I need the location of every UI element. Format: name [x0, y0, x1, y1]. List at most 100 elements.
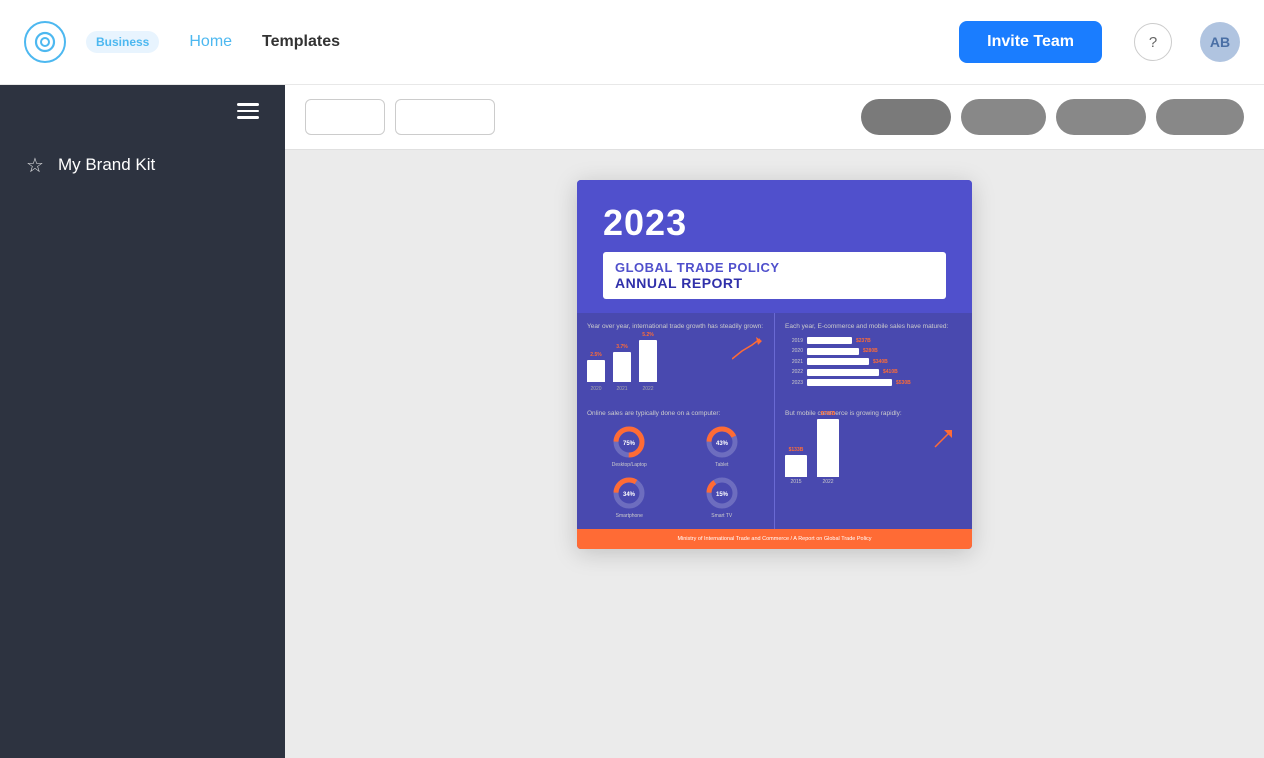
doc-header: 2023 GLOBAL TRADE POLICY ANNUAL REPORT [577, 180, 972, 313]
svg-text:43%: 43% [716, 441, 729, 447]
hbar-row: 2019 $237B [785, 337, 962, 344]
hbar-value: $280B [863, 348, 878, 354]
pie-chart-icon: 75% [612, 425, 646, 459]
doc-charts-bottom: Online sales are typically done on a com… [577, 400, 972, 528]
hbar-bar [807, 369, 879, 376]
hbar-value: $530B [896, 380, 911, 386]
bar-year-label: 2021 [616, 386, 627, 392]
svg-text:75%: 75% [623, 441, 636, 447]
hbar-year-label: 2022 [785, 369, 803, 375]
pie-label: Desktop/Laptop [612, 462, 647, 468]
sidebar: ☆ My Brand Kit [0, 85, 285, 758]
bar-pct-label: 5.2% [642, 332, 653, 338]
pie-label: Tablet [715, 462, 728, 468]
hbar-row: 2020 $280B [785, 348, 962, 355]
bar-group: 5.2% 2022 [639, 332, 657, 392]
business-badge: Business [86, 31, 159, 53]
hbar-chart-title: Each year, E-commerce and mobile sales h… [785, 323, 962, 331]
help-button[interactable]: ? [1134, 23, 1172, 61]
pie-chart-section: Online sales are typically done on a com… [577, 400, 774, 528]
bar-rect [587, 360, 605, 382]
hbar-value: $410B [883, 369, 898, 375]
hbar-chart-section: Each year, E-commerce and mobile sales h… [775, 313, 972, 400]
home-link[interactable]: Home [189, 33, 232, 51]
hbar-row: 2023 $530B [785, 379, 962, 386]
pie-label: Smart TV [711, 513, 732, 519]
hbar-bar [807, 358, 869, 365]
hbar-row: 2021 $340B [785, 358, 962, 365]
brand-kit-label: My Brand Kit [58, 155, 155, 175]
logo-icon[interactable] [24, 21, 66, 63]
toolbar-button-2[interactable] [395, 99, 495, 135]
bar-year-label: 2020 [590, 386, 601, 392]
filter-button-2[interactable] [961, 99, 1046, 135]
svg-text:34%: 34% [623, 492, 636, 498]
pie-item: 15% Smart TV [680, 476, 765, 519]
hbar-bar [807, 348, 859, 355]
trend-arrow-icon [732, 337, 762, 362]
bar-rect [613, 352, 631, 382]
bar-chart-title: Year over year, international trade grow… [587, 323, 764, 331]
doc-title-line1: GLOBAL TRADE POLICY [615, 260, 934, 275]
filter-button-4[interactable] [1156, 99, 1244, 135]
content-area: 2023 GLOBAL TRADE POLICY ANNUAL REPORT Y… [285, 85, 1264, 758]
bar-group: 2.5% 2020 [587, 352, 605, 392]
bar-group: 3.7% 2021 [613, 344, 631, 392]
doc-charts-top: Year over year, international trade grow… [577, 313, 972, 400]
top-navigation: Business Home Templates Invite Team ? AB [0, 0, 1264, 85]
pie-grid: 75% Desktop/Laptop 43% Tablet 34% Smartphone 1… [587, 425, 764, 519]
vbar-trend-arrow-icon [932, 430, 952, 450]
document-preview: 2023 GLOBAL TRADE POLICY ANNUAL REPORT Y… [577, 180, 972, 549]
vbar-year-label: 2015 [790, 479, 801, 485]
hbar-year-label: 2023 [785, 380, 803, 386]
vbar-chart-area: $133B2015$745B2022 [785, 425, 962, 485]
pie-item: 43% Tablet [680, 425, 765, 468]
hbar-year-label: 2019 [785, 338, 803, 344]
hbar-row: 2022 $410B [785, 369, 962, 376]
toolbar [285, 85, 1264, 150]
pie-chart-icon: 15% [705, 476, 739, 510]
doc-footer: Ministry of International Trade and Comm… [577, 529, 972, 549]
vbar-rect [817, 419, 839, 477]
hbar-chart: 2019 $237B 2020 $280B 2021 $340B 2022 $410B 2023… [785, 337, 962, 386]
doc-year: 2023 [603, 202, 946, 244]
vbar-col: $133B2015 [785, 447, 807, 485]
hbar-value: $237B [856, 338, 871, 344]
vbar-chart-title: But mobile commerce is growing rapidly: [785, 410, 962, 418]
canvas-area: 2023 GLOBAL TRADE POLICY ANNUAL REPORT Y… [285, 150, 1264, 758]
menu-toggle-button[interactable] [215, 103, 285, 137]
hbar-value: $340B [873, 359, 888, 365]
sidebar-item-brand-kit[interactable]: ☆ My Brand Kit [0, 137, 285, 194]
vbar-rect [785, 455, 807, 477]
pie-item: 75% Desktop/Laptop [587, 425, 672, 468]
hbar-year-label: 2021 [785, 359, 803, 365]
pie-label: Smartphone [616, 513, 643, 519]
hbar-bar [807, 337, 852, 344]
pie-chart-icon: 34% [612, 476, 646, 510]
vbar-year-label: 2022 [822, 479, 833, 485]
bar-pct-label: 3.7% [616, 344, 627, 350]
star-icon: ☆ [26, 153, 44, 178]
pie-item: 34% Smartphone [587, 476, 672, 519]
doc-title-box: GLOBAL TRADE POLICY ANNUAL REPORT [603, 252, 946, 299]
pie-chart-title: Online sales are typically done on a com… [587, 410, 764, 418]
bar-chart-section: Year over year, international trade grow… [577, 313, 774, 400]
svg-text:15%: 15% [716, 492, 729, 498]
filter-button-1[interactable] [861, 99, 951, 135]
bar-rect [639, 340, 657, 382]
main-layout: ☆ My Brand Kit 2023 GLOBAL TRADE POLICY [0, 85, 1264, 758]
bar-year-label: 2022 [642, 386, 653, 392]
bar-chart-left: 2.5%20203.7%20215.2%2022 [587, 337, 764, 392]
vbar-col: $745B 2022 [817, 411, 839, 485]
templates-link[interactable]: Templates [262, 33, 340, 51]
doc-title-line2: ANNUAL REPORT [615, 275, 934, 291]
bar-pct-label: 2.5% [590, 352, 601, 358]
invite-team-button[interactable]: Invite Team [959, 21, 1102, 63]
vbar-value-label: $745B [821, 411, 836, 417]
pie-chart-icon: 43% [705, 425, 739, 459]
toolbar-button-1[interactable] [305, 99, 385, 135]
filter-button-3[interactable] [1056, 99, 1146, 135]
avatar-button[interactable]: AB [1200, 22, 1240, 62]
hbar-bar [807, 379, 892, 386]
hbar-year-label: 2020 [785, 348, 803, 354]
